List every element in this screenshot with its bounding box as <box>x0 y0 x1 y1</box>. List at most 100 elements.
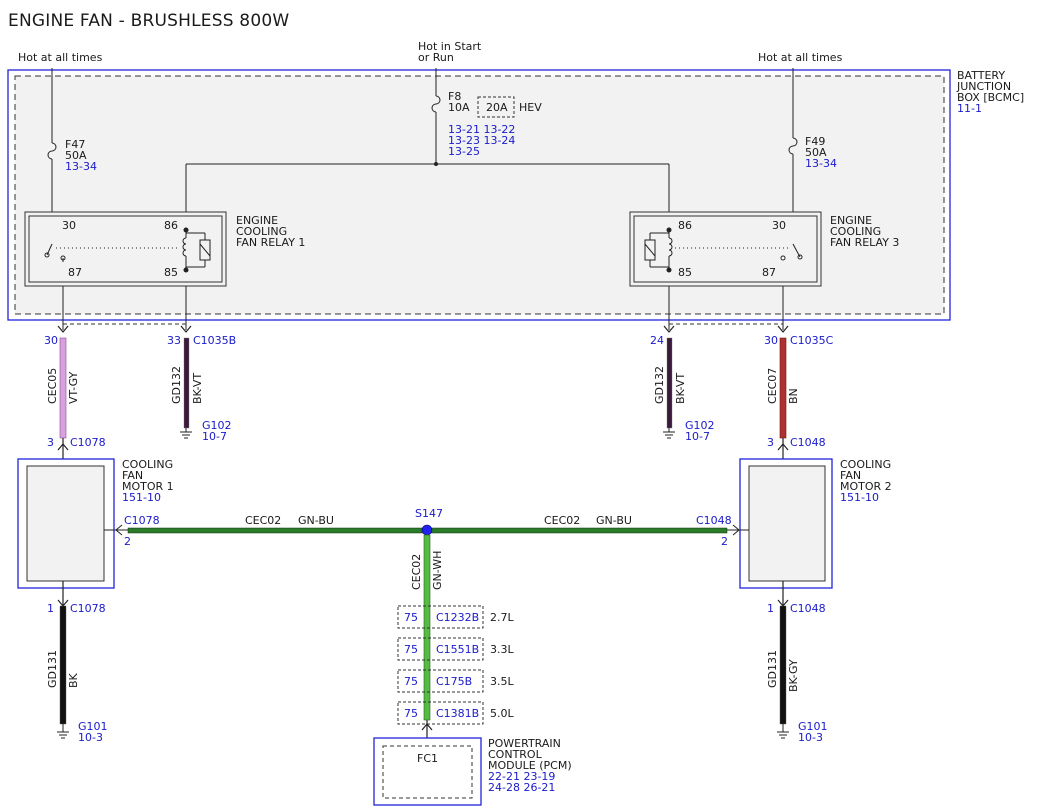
pcm-option-engine: 2.7L <box>490 611 514 624</box>
pcm-option-connector: C1232B <box>436 611 479 624</box>
wire-cec02-left-circuit: CEC02 <box>245 514 281 527</box>
fuse-f8-ref-3: 13-25 <box>448 145 480 158</box>
wire-gd132-left-circuit: GD132 <box>170 366 183 404</box>
relay-1-pin-87: 87 <box>68 266 82 279</box>
pcm-ref-2: 24-28 26-21 <box>488 781 555 794</box>
pcm-option-pin: 75 <box>404 611 418 624</box>
pcm-option-engine: 3.3L <box>490 643 514 656</box>
relay-3-pin-87: 87 <box>762 266 776 279</box>
pcm-option-engine: 5.0L <box>490 707 514 720</box>
ground-icon <box>777 724 789 739</box>
relay-1-pin-85: 85 <box>164 266 178 279</box>
power-label-center-2: or Run <box>418 51 454 64</box>
fuse-f8-alt: 20A <box>486 101 508 114</box>
relay-3-label-3: FAN RELAY 3 <box>830 236 899 249</box>
wire-gd132-right-circuit: GD132 <box>653 366 666 404</box>
pcm-option-pin: 75 <box>404 643 418 656</box>
pcm-option-connector: C1551B <box>436 643 479 656</box>
wiring-diagram: ENGINE FAN - BRUSHLESS 800W Hot at all t… <box>0 0 1050 811</box>
pcm-option: 75 C1232B 2.7L <box>397 605 514 629</box>
motor-1-top-connector: C1078 <box>70 436 106 449</box>
cooling-fan-motor-2: COOLING FAN MOTOR 2 151-10 <box>739 458 892 589</box>
wire-cec02-vertical-circuit: CEC02 <box>410 554 423 590</box>
motor-1-side-connector: C1078 <box>124 514 160 527</box>
wire-cec05 <box>59 337 67 439</box>
ground-g102-left-ref: 10-7 <box>202 430 227 443</box>
motor-2-bottom-connector: C1048 <box>790 602 826 615</box>
diagram-canvas: ENGINE FAN - BRUSHLESS 800W Hot at all t… <box>7 11 1024 806</box>
wire-cec02-right-circuit: CEC02 <box>544 514 580 527</box>
wire-cec02-left <box>127 527 428 534</box>
connector-c1035b-pin: 33 <box>167 334 181 347</box>
splice-label: S147 <box>415 507 443 520</box>
fuse-f49-ref: 13-34 <box>805 157 837 170</box>
motor-2-top-connector: C1048 <box>790 436 826 449</box>
connector-c1035b-name: C1035B <box>193 334 236 347</box>
wire-gd132-left <box>183 337 190 429</box>
motor-bottom-chevrons <box>57 581 789 607</box>
power-label-left: Hot at all times <box>18 51 103 64</box>
wire-gd131-right-circuit: GD131 <box>766 650 779 688</box>
motor-2-top-pin: 3 <box>767 436 774 449</box>
ground-icon <box>57 724 69 739</box>
motor-1-bottom-connector: C1078 <box>70 602 106 615</box>
wire-cec02-right <box>426 527 728 534</box>
junction-dot <box>434 162 438 166</box>
bjb-ref: 11-1 <box>957 102 982 115</box>
motor-1-ref: 151-10 <box>122 491 161 504</box>
wire-gd131-left <box>59 605 67 725</box>
ground-g101-left-ref: 10-3 <box>78 731 103 744</box>
ground-g101-right-ref: 10-3 <box>798 731 823 744</box>
pcm-option: 75 C175B 3.5L <box>397 669 514 693</box>
motor-1-top-pin: 3 <box>47 436 54 449</box>
relay-1-pin-30: 30 <box>62 219 76 232</box>
fuse-f8-alt-note: HEV <box>519 101 542 114</box>
pcm-option-pin: 75 <box>404 675 418 688</box>
wire-gd131-left-circuit: GD131 <box>46 650 59 688</box>
connector-c1035c-pin: 30 <box>764 334 778 347</box>
diagram-title: ENGINE FAN - BRUSHLESS 800W <box>8 11 289 31</box>
fuse-f47-ref: 13-34 <box>65 160 97 173</box>
pcm-option-connector: C1381B <box>436 707 479 720</box>
pin-24: 24 <box>650 334 664 347</box>
motor-2-side-connector: C1048 <box>696 514 732 527</box>
ground-icon <box>180 428 192 439</box>
pcm-pin: FC1 <box>417 752 438 765</box>
wire-cec07-color: BN <box>787 388 800 404</box>
motor-1-bottom-pin: 1 <box>47 602 54 615</box>
connector-c1035c-name: C1035C <box>790 334 834 347</box>
wire-gd132-right <box>666 337 673 429</box>
motor-2-bottom-pin: 1 <box>767 602 774 615</box>
wire-cec05-color: VT-GY <box>67 371 80 404</box>
relay-1-label-3: FAN RELAY 1 <box>236 236 305 249</box>
wire-cec07-circuit: CEC07 <box>766 368 779 404</box>
power-label-right: Hot at all times <box>758 51 843 64</box>
motor-top-chevrons <box>57 438 789 460</box>
pcm-option: 75 C1381B 5.0L <box>397 701 514 725</box>
wire-gd131-left-color: BK <box>67 672 80 688</box>
splice-s147 <box>421 524 433 536</box>
wire-gd131-right-color: BK-GY <box>787 659 800 692</box>
pcm-module: FC1 POWERTRAIN CONTROL MODULE (PCM) 22-2… <box>373 737 572 806</box>
motor-2-ref: 151-10 <box>840 491 879 504</box>
ground-g102-right-ref: 10-7 <box>685 430 710 443</box>
wire-gd132-right-color: BK-VT <box>674 373 687 404</box>
relay-3-pin-30: 30 <box>772 219 786 232</box>
pcm-option-engine: 3.5L <box>490 675 514 688</box>
relay-1-pin-86: 86 <box>164 219 178 232</box>
wire-cec02-vertical-color: GN-WH <box>431 551 444 590</box>
wire-cec02-left-color: GN-BU <box>298 514 334 527</box>
bjb-connector-chevrons <box>57 325 789 333</box>
motor-2-side-pin: 2 <box>721 535 728 548</box>
wire-gd132-left-color: BK-VT <box>191 373 204 404</box>
pin-30-left: 30 <box>44 334 58 347</box>
wire-gd131-right <box>779 605 787 725</box>
wire-cec07 <box>779 337 787 439</box>
relay-3-pin-85: 85 <box>678 266 692 279</box>
pcm-option-list: 75 C1232B 2.7L 75 C1551B 3.3L 75 C175B 3… <box>397 605 514 725</box>
pcm-option-connector: C175B <box>436 675 472 688</box>
pcm-option: 75 C1551B 3.3L <box>397 637 514 661</box>
wire-cec05-circuit: CEC05 <box>46 368 59 404</box>
relay-3-pin-86: 86 <box>678 219 692 232</box>
motor-1-side-pin: 2 <box>124 535 131 548</box>
